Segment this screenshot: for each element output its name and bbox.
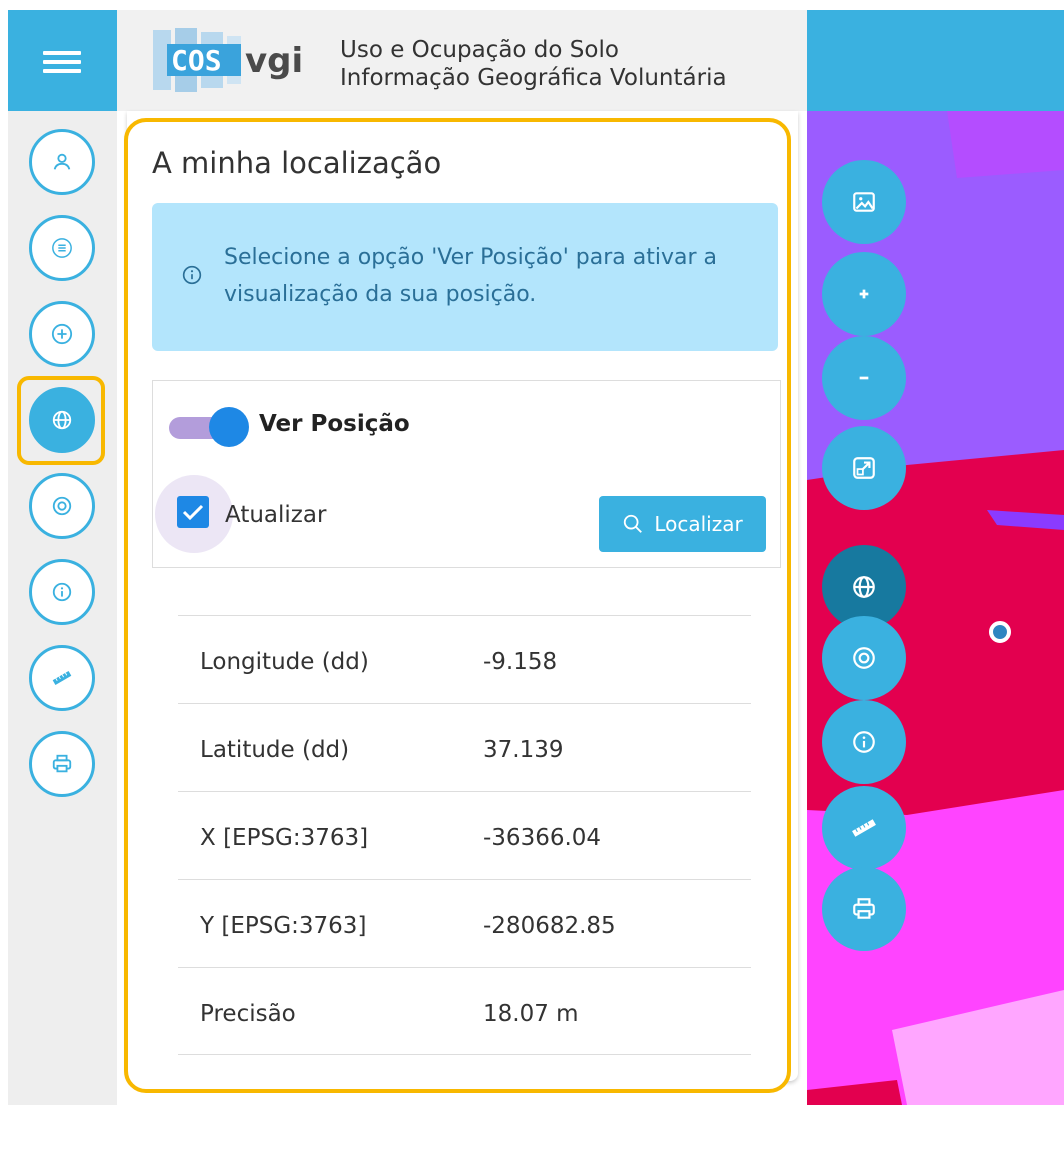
info-alert: Selecione a opção 'Ver Posição' para ati… [152, 203, 778, 351]
svg-text:COS: COS [171, 44, 222, 77]
fullscreen-icon [853, 457, 875, 479]
show-position-label: Ver Posição [259, 411, 410, 437]
row-value: -280682.85 [483, 913, 616, 939]
image-icon [853, 192, 875, 212]
globe-icon [52, 410, 72, 430]
plus-icon [859, 289, 869, 299]
target-button[interactable] [29, 473, 95, 539]
add-circle-icon [51, 323, 73, 345]
info-icon [853, 731, 875, 753]
info-icon [182, 265, 202, 285]
table-row: X [EPSG:3763] -36366.04 [178, 791, 751, 879]
info-text: Selecione a opção 'Ver Posição' para ati… [224, 245, 717, 307]
user-icon [53, 153, 71, 170]
row-value: -9.158 [483, 649, 558, 675]
options-box: Ver Posição Atualizar Localizar [152, 380, 781, 568]
table-row: Longitude (dd) -9.158 [178, 615, 751, 703]
measure-button[interactable] [29, 645, 95, 711]
row-label: Longitude (dd) [200, 649, 369, 675]
fullscreen-button[interactable] [822, 426, 906, 510]
map-print-button[interactable] [822, 867, 906, 951]
table-row: Latitude (dd) 37.139 [178, 703, 751, 791]
layers-list-button[interactable] [29, 215, 95, 281]
add-button[interactable] [29, 301, 95, 367]
current-position-marker [989, 621, 1011, 643]
ruler-icon [52, 671, 72, 685]
row-label: Precisão [200, 1001, 296, 1027]
app-header: COS vgi Uso e Ocupação do Solo Informaçã… [117, 10, 807, 111]
svg-text:vgi: vgi [245, 41, 303, 81]
row-value: -36366.04 [483, 825, 602, 851]
cosvgi-logo: COS vgi [153, 28, 303, 92]
search-icon [624, 514, 643, 533]
row-value: 18.07 m [483, 1001, 579, 1027]
location-button[interactable] [29, 387, 95, 453]
ruler-icon [852, 819, 876, 837]
zoom-in-button[interactable] [822, 252, 906, 336]
map-info-button[interactable] [822, 700, 906, 784]
globe-icon [853, 576, 875, 598]
panel-title: A minha localização [152, 146, 442, 180]
row-value: 37.139 [483, 737, 564, 763]
row-label: Latitude (dd) [200, 737, 350, 763]
map-view[interactable] [807, 10, 1064, 1105]
minus-icon [859, 376, 869, 380]
update-checkbox[interactable] [177, 496, 209, 528]
row-label: X [EPSG:3763] [200, 825, 369, 851]
check-icon [182, 504, 204, 521]
left-rail [8, 10, 117, 1105]
info-icon [52, 582, 72, 602]
target-icon [853, 647, 875, 669]
app-title: Uso e Ocupação do Solo Informação Geográ… [340, 36, 727, 92]
app-title-line1: Uso e Ocupação do Solo [340, 37, 619, 63]
target-icon [52, 496, 72, 516]
map-target-button[interactable] [822, 616, 906, 700]
rail-header [8, 10, 117, 111]
show-position-toggle[interactable] [169, 407, 251, 447]
map-measure-button[interactable] [822, 786, 906, 870]
table-row: Precisão 18.07 m [178, 967, 751, 1055]
user-button[interactable] [29, 129, 95, 195]
zoom-out-button[interactable] [822, 336, 906, 420]
menu-icon[interactable] [43, 51, 81, 73]
print-button[interactable] [29, 731, 95, 797]
locate-button-label: Localizar [654, 512, 743, 536]
locate-button[interactable]: Localizar [599, 496, 766, 552]
update-label: Atualizar [225, 502, 327, 528]
info-button[interactable] [29, 559, 95, 625]
printer-icon [853, 898, 875, 919]
coordinates-table: Longitude (dd) -9.158 Latitude (dd) 37.1… [178, 615, 751, 1055]
table-row: Y [EPSG:3763] -280682.85 [178, 879, 751, 967]
location-panel: A minha localização Selecione a opção 'V… [124, 118, 791, 1093]
list-icon [52, 238, 72, 258]
basemap-button[interactable] [822, 160, 906, 244]
printer-icon [52, 754, 72, 773]
row-label: Y [EPSG:3763] [200, 913, 367, 939]
app-title-line2: Informação Geográfica Voluntária [340, 65, 727, 91]
